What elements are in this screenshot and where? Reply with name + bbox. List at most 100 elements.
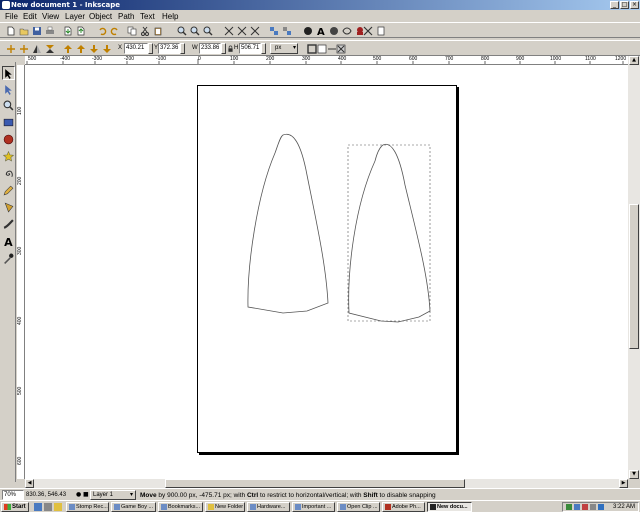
save-icon[interactable]: [31, 25, 42, 36]
menu-text[interactable]: Text: [140, 12, 155, 21]
clone-icon[interactable]: [236, 25, 247, 36]
menu-help[interactable]: Help: [162, 12, 178, 21]
y-field[interactable]: 372.36: [158, 43, 180, 54]
taskbar-item[interactable]: Stomp Rec...: [66, 502, 109, 512]
taskbar-item[interactable]: Hardware...: [247, 502, 290, 512]
window-title: New document 1 - Inkscape: [11, 1, 120, 9]
zoom-tool-icon[interactable]: [2, 98, 15, 112]
cut-icon[interactable]: [139, 25, 150, 36]
zoom-selection-icon[interactable]: [176, 25, 187, 36]
tray-icon[interactable]: [598, 504, 604, 510]
vertical-scrollbar[interactable]: ▲ ▼: [628, 56, 640, 479]
raise-to-top-icon[interactable]: [62, 43, 73, 54]
text-font-icon[interactable]: A: [315, 25, 326, 36]
tray-icon[interactable]: [582, 504, 588, 510]
taskbar-item[interactable]: Open Clip ...: [337, 502, 380, 512]
unlink-clone-icon[interactable]: [249, 25, 260, 36]
menu-edit[interactable]: Edit: [23, 12, 37, 21]
align-distribute-icon[interactable]: [341, 25, 352, 36]
paste-icon[interactable]: [152, 25, 163, 36]
duplicate-icon[interactable]: [223, 25, 234, 36]
scroll-down-arrow[interactable]: ▼: [629, 470, 639, 479]
flip-vertical-icon[interactable]: [44, 43, 55, 54]
maximize-button[interactable]: □: [620, 1, 629, 9]
zoom-field[interactable]: 70%: [2, 490, 24, 500]
rectangle-tool-icon[interactable]: [2, 115, 15, 129]
print-icon[interactable]: [44, 25, 55, 36]
taskbar-item[interactable]: Bookmarks...: [158, 502, 203, 512]
minimize-button[interactable]: _: [610, 1, 619, 9]
menu-view[interactable]: View: [42, 12, 59, 21]
task-app-icon: [340, 504, 346, 510]
inkscape-preferences-icon[interactable]: [375, 25, 386, 36]
rotate-cw-icon[interactable]: [18, 43, 29, 54]
taskbar-item[interactable]: Adobe Ph...: [382, 502, 425, 512]
flip-horizontal-icon[interactable]: [31, 43, 42, 54]
fill-stroke-icon[interactable]: [302, 25, 313, 36]
calligraphy-tool-icon[interactable]: [2, 217, 15, 231]
quicklaunch-ie-icon[interactable]: [34, 503, 42, 511]
taskbar-item[interactable]: Important ...: [292, 502, 335, 512]
w-spinner[interactable]: [221, 43, 226, 54]
zoom-drawing-icon[interactable]: [189, 25, 200, 36]
quicklaunch-desktop-icon[interactable]: [44, 503, 52, 511]
w-field[interactable]: 233.86: [199, 43, 221, 54]
export-icon[interactable]: [75, 25, 86, 36]
selector-tool-icon[interactable]: [2, 66, 15, 80]
new-document-icon[interactable]: [5, 25, 16, 36]
undo-icon[interactable]: [96, 25, 107, 36]
x-field[interactable]: 430.21: [124, 43, 148, 54]
ungroup-icon[interactable]: [281, 25, 292, 36]
star-tool-icon[interactable]: [2, 149, 15, 163]
import-icon[interactable]: [62, 25, 73, 36]
layer-visibility-icon[interactable]: ●: [76, 491, 81, 498]
menu-object[interactable]: Object: [89, 12, 112, 21]
document-properties-icon[interactable]: [362, 25, 373, 36]
scroll-up-arrow[interactable]: ▲: [629, 56, 639, 65]
volume-icon[interactable]: [590, 504, 596, 510]
menu-file[interactable]: File: [5, 12, 18, 21]
rotate-ccw-icon[interactable]: [5, 43, 16, 54]
menu-path[interactable]: Path: [118, 12, 134, 21]
taskbar-item-active[interactable]: New docu...: [427, 502, 472, 512]
scroll-right-arrow[interactable]: ▶: [619, 479, 628, 488]
horizontal-scroll-thumb[interactable]: [165, 479, 465, 488]
lower-icon[interactable]: [88, 43, 99, 54]
start-button[interactable]: Start: [1, 502, 29, 512]
x-spinner[interactable]: [148, 43, 153, 54]
dropper-tool-icon[interactable]: [2, 251, 15, 265]
raise-icon[interactable]: [75, 43, 86, 54]
h-field[interactable]: 506.71: [239, 43, 261, 54]
zoom-page-icon[interactable]: [202, 25, 213, 36]
h-spinner[interactable]: [261, 43, 266, 54]
open-icon[interactable]: [18, 25, 29, 36]
y-spinner[interactable]: [180, 43, 185, 54]
pen-tool-icon[interactable]: [2, 200, 15, 214]
taskbar-item[interactable]: Game Boy ...: [111, 502, 156, 512]
vertical-scroll-thumb[interactable]: [629, 204, 639, 349]
close-button[interactable]: ×: [630, 1, 639, 9]
spiral-tool-icon[interactable]: [2, 166, 15, 180]
drawing-canvas[interactable]: [25, 65, 628, 479]
horizontal-scrollbar[interactable]: ◀ ▶: [25, 479, 628, 488]
lock-icon[interactable]: [227, 43, 234, 54]
pencil-tool-icon[interactable]: [2, 183, 15, 197]
tray-icon[interactable]: [574, 504, 580, 510]
transform-patterns-icon[interactable]: [335, 43, 346, 54]
unit-dropdown[interactable]: px ▾: [270, 43, 298, 54]
redo-icon[interactable]: [109, 25, 120, 36]
menu-layer[interactable]: Layer: [65, 12, 85, 21]
node-tool-icon[interactable]: [2, 82, 15, 96]
ellipse-tool-icon[interactable]: [2, 132, 15, 146]
layer-selector[interactable]: Layer 1 ▾: [90, 490, 136, 500]
copy-icon[interactable]: [126, 25, 137, 36]
layer-lock-icon[interactable]: ■: [83, 491, 89, 498]
text-tool-icon[interactable]: A: [2, 234, 15, 248]
lower-to-bottom-icon[interactable]: [101, 43, 112, 54]
xml-editor-icon[interactable]: [328, 25, 339, 36]
group-icon[interactable]: [268, 25, 279, 36]
taskbar-item[interactable]: New Folder: [205, 502, 245, 512]
scroll-left-arrow[interactable]: ◀: [25, 479, 34, 488]
tray-icon[interactable]: [566, 504, 572, 510]
quicklaunch-folder-icon[interactable]: [54, 503, 62, 511]
